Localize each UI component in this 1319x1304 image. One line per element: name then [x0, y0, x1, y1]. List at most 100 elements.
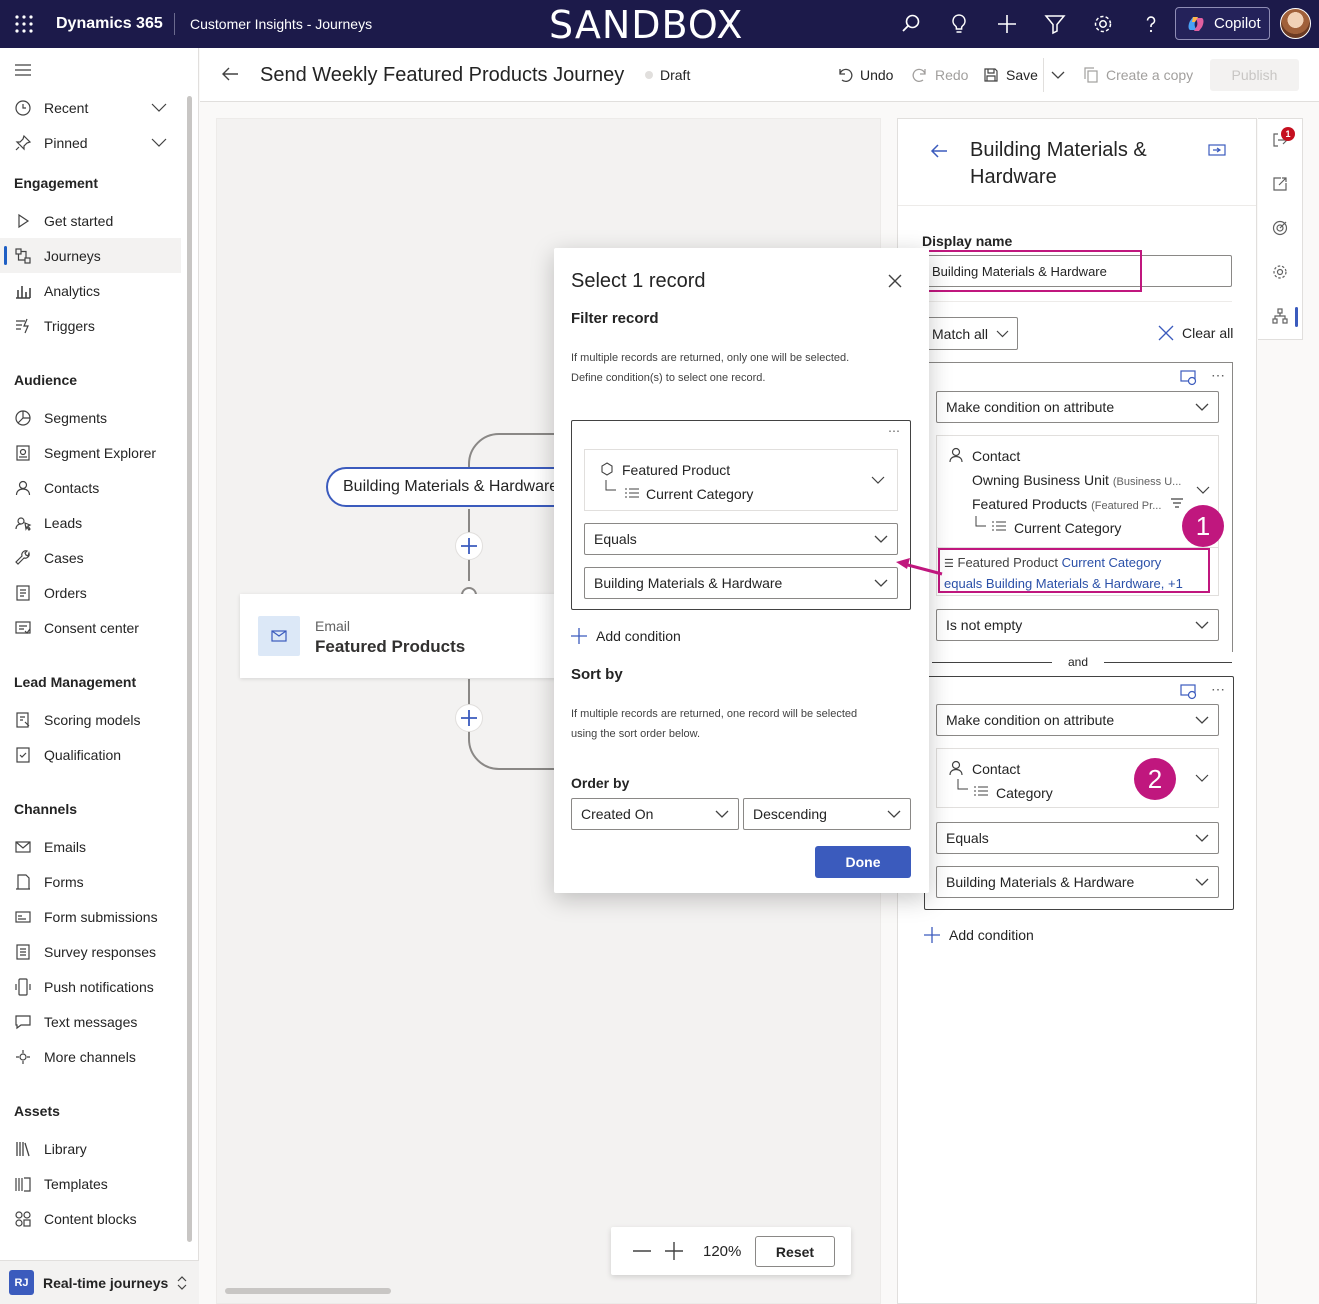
sidebar-item-label: Content blocks: [44, 1210, 137, 1227]
back-arrow-icon[interactable]: [221, 66, 239, 82]
settings-icon[interactable]: [1272, 264, 1288, 280]
sidebar-item-label: Forms: [44, 873, 84, 890]
avatar[interactable]: [1280, 8, 1311, 39]
redo-button[interactable]: Redo: [912, 48, 968, 102]
copilot-label: Copilot: [1214, 15, 1261, 32]
sidebar-item-orders[interactable]: Orders: [0, 575, 181, 610]
publish-button[interactable]: Publish: [1210, 59, 1299, 91]
email-step-tile[interactable]: Email Featured Products: [240, 594, 560, 678]
sidebar-item-pinned[interactable]: Pinned: [0, 125, 181, 160]
sidebar-item-more-channels[interactable]: More channels: [0, 1039, 181, 1074]
add-icon[interactable]: [995, 12, 1019, 36]
attribute-path-picker[interactable]: Contact Category: [936, 748, 1219, 808]
help-icon[interactable]: [1139, 12, 1163, 36]
settings-icon[interactable]: [1091, 12, 1115, 36]
copilot-button[interactable]: Copilot: [1175, 7, 1270, 40]
add-condition-button[interactable]: Add condition: [924, 927, 1034, 943]
sidebar-item-emails[interactable]: Emails: [0, 829, 181, 864]
search-icon[interactable]: [899, 12, 923, 36]
create-copy-button[interactable]: Create a copy: [1083, 48, 1193, 102]
sidebar-item-analytics[interactable]: Analytics: [0, 273, 181, 308]
add-condition-button[interactable]: Add condition: [571, 628, 681, 644]
sidebar-item-text-messages[interactable]: Text messages: [0, 1004, 181, 1039]
app-launcher-icon[interactable]: [14, 14, 34, 34]
operator-dropdown[interactable]: Equals: [584, 523, 898, 555]
save-button[interactable]: Save: [983, 48, 1038, 102]
sidebar-scrollbar[interactable]: [187, 96, 192, 1242]
close-icon[interactable]: [888, 274, 902, 288]
add-step-button[interactable]: [455, 704, 483, 732]
attribute-path-picker[interactable]: Contact Owning Business Unit (Business U…: [936, 435, 1219, 548]
order-by-field-dropdown[interactable]: Created On: [571, 798, 739, 830]
environment-banner: SANDBOX: [549, 3, 744, 47]
operator-dropdown[interactable]: Equals: [936, 822, 1219, 854]
sidebar-item-leads[interactable]: Leads: [0, 505, 181, 540]
sidebar-item-journeys[interactable]: Journeys: [0, 238, 181, 273]
goal-icon[interactable]: [1272, 220, 1288, 236]
sidebar-item-form-submissions[interactable]: Form submissions: [0, 899, 181, 934]
sidebar-item-label: Templates: [44, 1175, 108, 1192]
area-name[interactable]: Customer Insights - Journeys: [190, 16, 372, 32]
chevron-down-icon[interactable]: [1196, 486, 1210, 495]
order-direction-dropdown[interactable]: Descending: [743, 798, 911, 830]
value-dropdown[interactable]: Building Materials & Hardware: [584, 567, 898, 599]
sidebar-item-consent-center[interactable]: Consent center: [0, 610, 181, 645]
sidebar-item-segment-explorer[interactable]: Segment Explorer: [0, 435, 181, 470]
condition-view-icon[interactable]: [1180, 684, 1198, 700]
more-options-icon[interactable]: ⋯: [1211, 367, 1225, 384]
sidebar-item-qualification[interactable]: Qualification: [0, 737, 181, 772]
divider: [898, 205, 1256, 206]
sidebar-item-cases[interactable]: Cases: [0, 540, 181, 575]
side-rail: 1: [1258, 118, 1303, 340]
condition-type-dropdown[interactable]: Make condition on attribute: [936, 704, 1219, 736]
filter-summary[interactable]: ☰ Featured Product Current Category equa…: [944, 553, 1206, 593]
sidebar-item-triggers[interactable]: Triggers: [0, 308, 181, 343]
sidebar-item-scoring-models[interactable]: Scoring models: [0, 702, 181, 737]
more-options-icon[interactable]: ⋯: [888, 424, 900, 438]
zoom-out-icon[interactable]: [633, 1250, 651, 1252]
undo-button[interactable]: Undo: [837, 48, 893, 102]
sidebar-item-label: Form submissions: [44, 908, 158, 925]
area-switcher[interactable]: RJ Real-time journeys: [0, 1260, 199, 1304]
operator-dropdown[interactable]: Is not empty: [936, 609, 1219, 641]
filter-summary-rest: equals Building Materials & Hardware, +1: [944, 576, 1183, 591]
chevron-down-icon[interactable]: [1195, 774, 1209, 783]
area-initials: RJ: [9, 1270, 34, 1295]
sidebar-item-survey-responses[interactable]: Survey responses: [0, 934, 181, 969]
condition-view-icon[interactable]: [1180, 370, 1198, 386]
top-bar: Dynamics 365 Customer Insights - Journey…: [0, 0, 1319, 48]
expand-panel-icon[interactable]: [1208, 143, 1226, 157]
sidebar-item-recent[interactable]: Recent: [0, 90, 181, 125]
add-step-button[interactable]: [455, 532, 483, 560]
back-arrow-icon[interactable]: [930, 143, 948, 159]
sidebar-item-segments[interactable]: Segments: [0, 400, 181, 435]
hamburger-icon[interactable]: [14, 63, 32, 77]
app-name[interactable]: Dynamics 365: [56, 15, 163, 33]
zoom-reset-button[interactable]: Reset: [755, 1236, 835, 1267]
attribute-path-picker[interactable]: Featured Product Current Category: [584, 449, 898, 511]
sidebar-item-forms[interactable]: Forms: [0, 864, 181, 899]
value-dropdown[interactable]: Building Materials & Hardware: [936, 866, 1219, 898]
hierarchy-icon[interactable]: [1272, 308, 1288, 324]
condition-type-dropdown[interactable]: Make condition on attribute: [936, 391, 1219, 423]
sidebar-item-content-blocks[interactable]: Content blocks: [0, 1201, 181, 1236]
more-options-icon[interactable]: ⋯: [1211, 681, 1225, 698]
lightbulb-icon[interactable]: [947, 12, 971, 36]
branch-node[interactable]: Building Materials & Hardware: [326, 467, 586, 507]
chevron-down-icon[interactable]: [1051, 70, 1065, 80]
properties-panel: Building Materials & Hardware Display na…: [897, 118, 1257, 1304]
sidebar-item-library[interactable]: Library: [0, 1131, 181, 1166]
share-icon[interactable]: [1272, 176, 1288, 192]
sidebar-item-get-started[interactable]: Get started: [0, 203, 181, 238]
callout-badge-2: 2: [1134, 758, 1176, 800]
filter-icon[interactable]: [1171, 498, 1183, 509]
zoom-in-icon[interactable]: [665, 1242, 683, 1260]
sidebar-item-templates[interactable]: Templates: [0, 1166, 181, 1201]
sidebar-item-contacts[interactable]: Contacts: [0, 470, 181, 505]
done-button[interactable]: Done: [815, 846, 911, 878]
sidebar-item-push-notifications[interactable]: Push notifications: [0, 969, 181, 1004]
canvas-scrollbar[interactable]: [225, 1288, 391, 1294]
filter-icon[interactable]: [1043, 12, 1067, 36]
match-dropdown[interactable]: Match all: [922, 317, 1018, 350]
clear-all-button[interactable]: Clear all: [1158, 325, 1233, 341]
